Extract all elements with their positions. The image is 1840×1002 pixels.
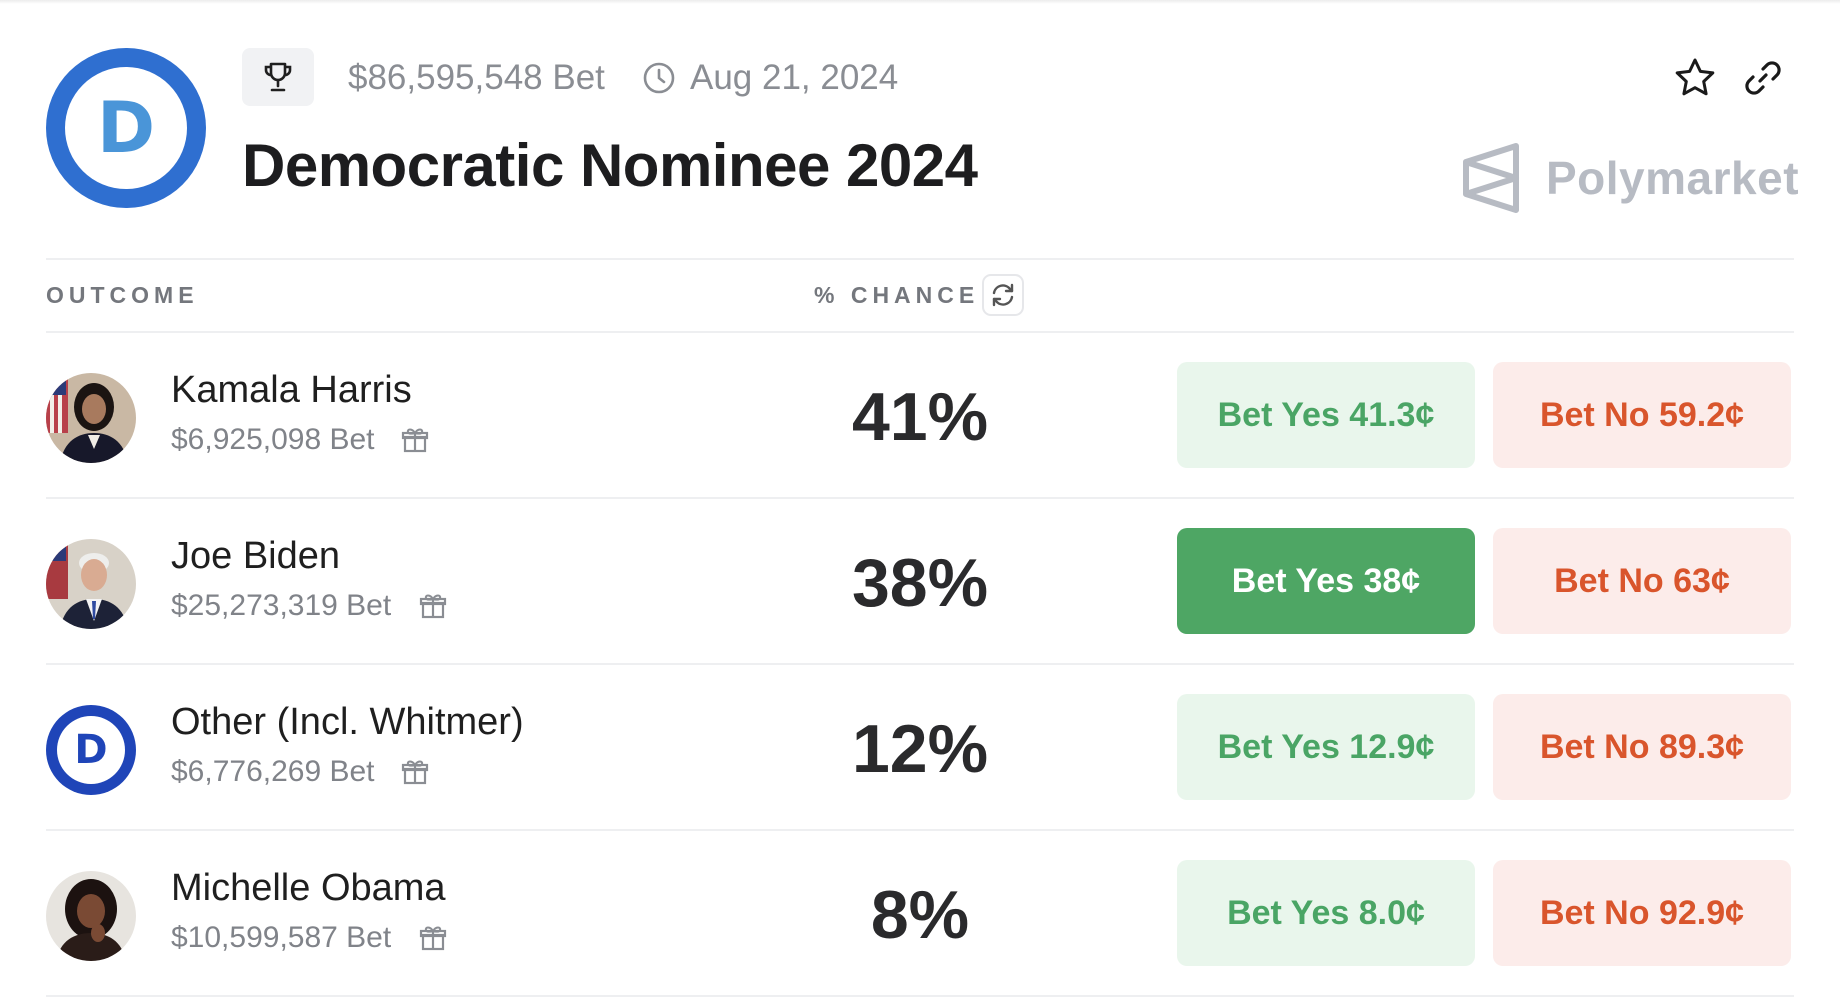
divider	[46, 258, 1794, 260]
top-shadow	[0, 0, 1840, 4]
outcome-name: Michelle Obama	[171, 867, 446, 909]
bet-yes-button[interactable]: Bet Yes 38¢	[1177, 528, 1475, 634]
outcome-name: Other (Incl. Whitmer)	[171, 701, 524, 743]
bet-no-button[interactable]: Bet No 92.9¢	[1493, 860, 1791, 966]
outcome-volume: $6,925,098 Bet	[171, 423, 375, 456]
outcome-name: Joe Biden	[171, 535, 341, 577]
market-end-date: Aug 21, 2024	[690, 58, 899, 97]
outcome-row[interactable]: Joe Biden $25,273,319 Bet 38% Bet Yes 38…	[0, 499, 1840, 665]
gift-icon[interactable]	[398, 423, 432, 457]
clock-icon	[643, 62, 675, 94]
outcome-volume: $6,776,269 Bet	[171, 755, 375, 788]
avatar	[46, 373, 136, 463]
outcome-chance: 8%	[870, 877, 970, 953]
bet-no-button[interactable]: Bet No 59.2¢	[1493, 362, 1791, 468]
market-logo: D	[46, 48, 206, 208]
link-icon[interactable]	[1740, 55, 1786, 101]
avatar: D	[46, 705, 136, 795]
star-icon[interactable]	[1672, 55, 1718, 101]
outcome-chance: 38%	[851, 545, 989, 621]
gift-icon[interactable]	[416, 589, 450, 623]
outcome-chance: 41%	[851, 379, 989, 455]
outcome-row[interactable]: Michelle Obama $10,599,587 Bet 8% Bet Ye…	[0, 831, 1840, 997]
logo-letter: D	[96, 87, 156, 169]
outcome-volume: $10,599,587 Bet	[171, 921, 392, 954]
bet-no-button[interactable]: Bet No 89.3¢	[1493, 694, 1791, 800]
avatar-letter: D	[74, 727, 108, 773]
chance-column-header: % CHANCE	[814, 282, 980, 308]
bet-yes-button[interactable]: Bet Yes 41.3¢	[1177, 362, 1475, 468]
polymarket-logo-icon	[1463, 143, 1519, 213]
bet-no-button[interactable]: Bet No 63¢	[1493, 528, 1791, 634]
divider	[46, 995, 1794, 997]
avatar	[46, 871, 136, 961]
refresh-icon[interactable]	[982, 274, 1024, 316]
outcome-name: Kamala Harris	[171, 369, 412, 411]
market-volume: $86,595,548 Bet	[348, 58, 605, 97]
page-title: Democratic Nominee 2024	[242, 132, 978, 199]
gift-icon[interactable]	[416, 921, 450, 955]
outcome-row[interactable]: Kamala Harris $6,925,098 Bet 41% Bet Yes…	[0, 333, 1840, 499]
bet-yes-button[interactable]: Bet Yes 12.9¢	[1177, 694, 1475, 800]
outcome-column-header: OUTCOME	[46, 282, 199, 308]
outcome-chance: 12%	[851, 711, 989, 787]
avatar	[46, 539, 136, 629]
bet-yes-button[interactable]: Bet Yes 8.0¢	[1177, 860, 1475, 966]
outcome-row[interactable]: D Other (Incl. Whitmer) $6,776,269 Bet 1…	[0, 665, 1840, 831]
polymarket-logo-text: Polymarket	[1546, 152, 1800, 204]
trophy-icon[interactable]	[242, 48, 314, 106]
gift-icon[interactable]	[398, 755, 432, 789]
outcome-volume: $25,273,319 Bet	[171, 589, 392, 622]
